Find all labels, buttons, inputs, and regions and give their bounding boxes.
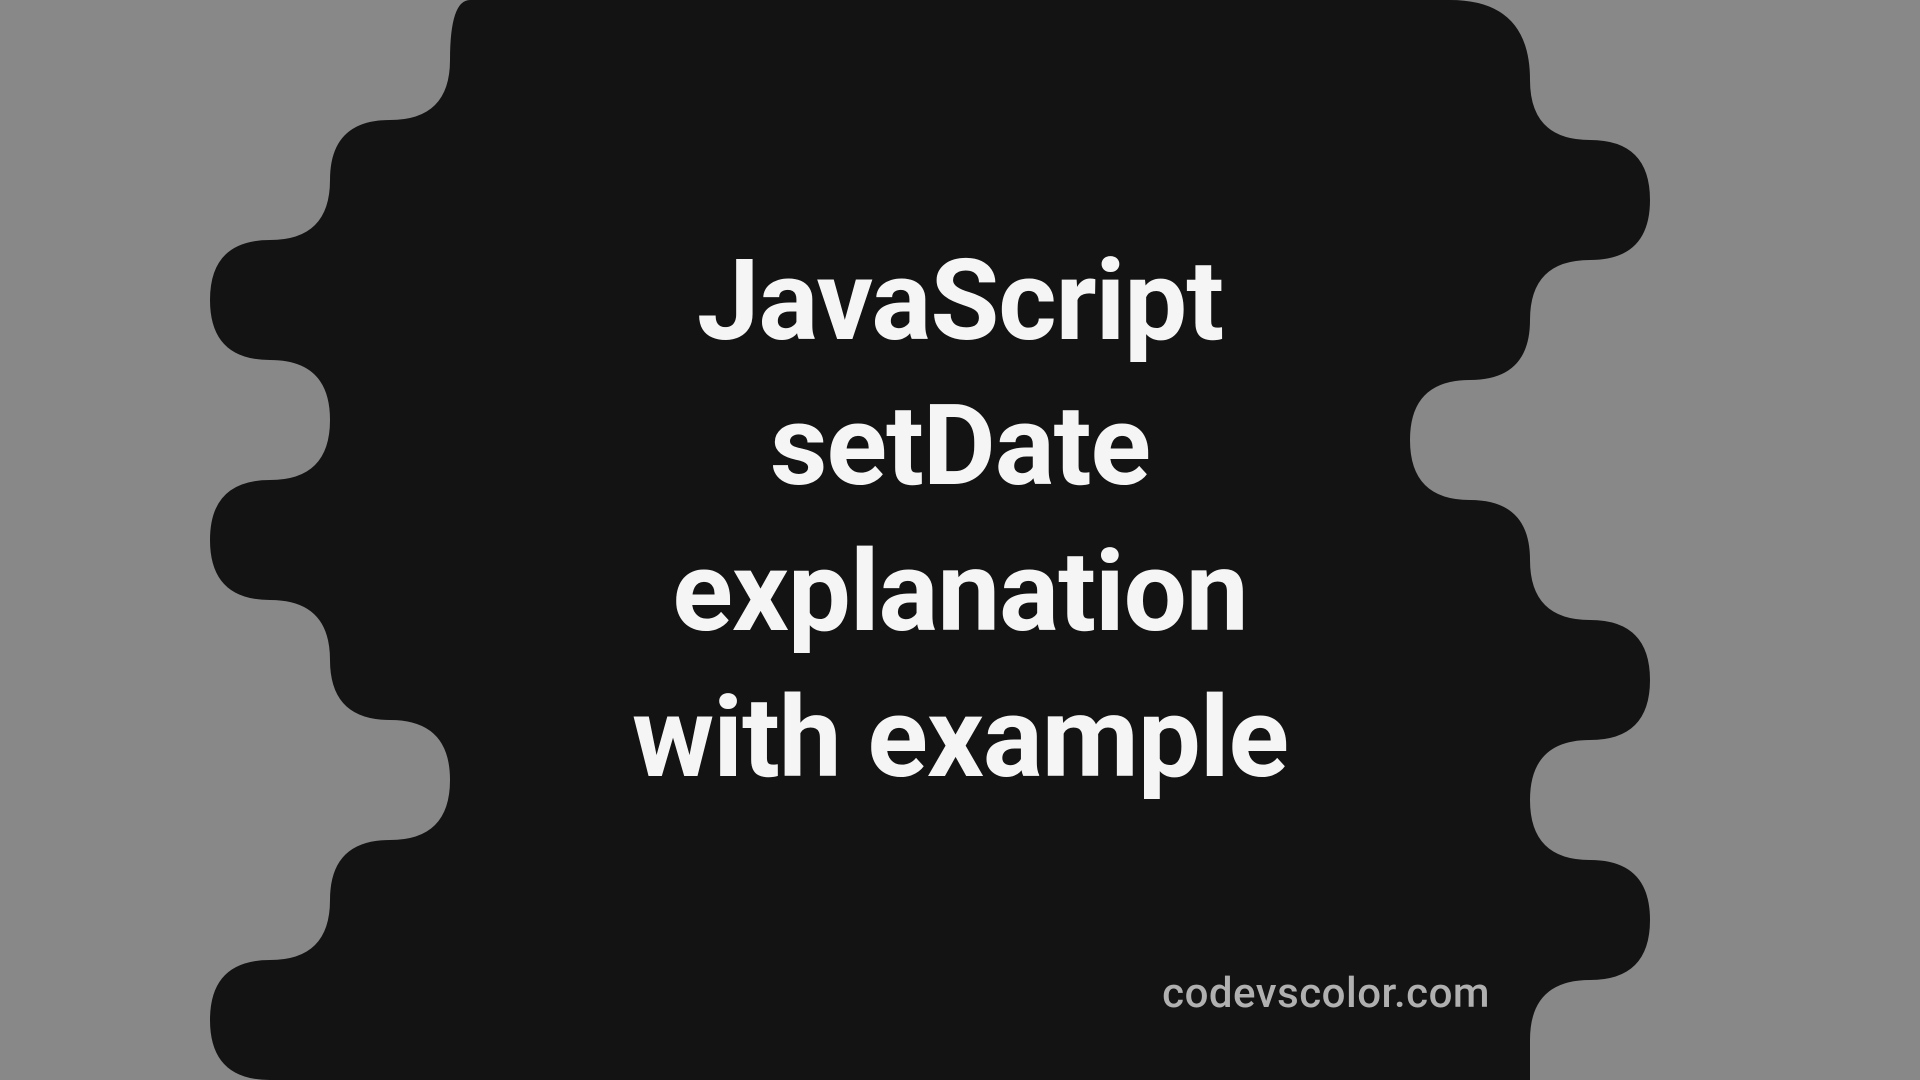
title-line-3: explanation — [672, 527, 1247, 658]
title-line-1: JavaScript — [697, 236, 1223, 367]
card-title: JavaScript setDate explanation with exam… — [632, 229, 1288, 811]
promo-card: JavaScript setDate explanation with exam… — [170, 0, 1750, 1080]
site-url: codevscolor.com — [1162, 969, 1490, 1018]
title-line-4: with example — [632, 673, 1288, 804]
title-line-2: setDate — [770, 381, 1150, 512]
